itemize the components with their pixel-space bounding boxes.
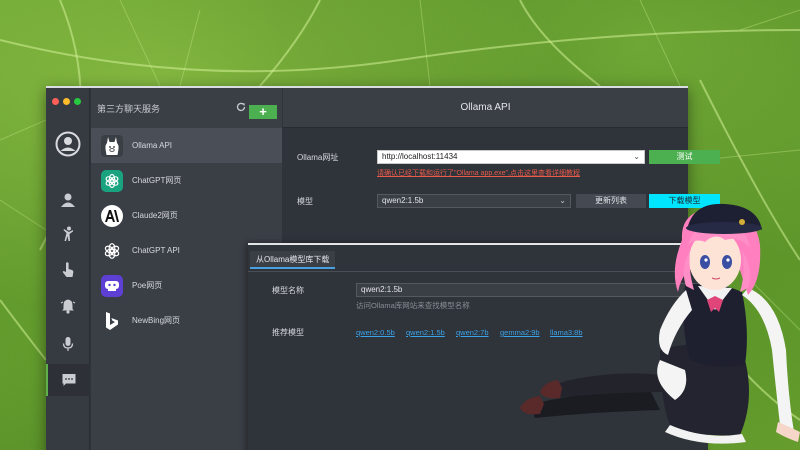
recommend-label: 推荐模型 [272, 328, 304, 337]
list-item-label: Ollama API [132, 141, 173, 150]
tab-download-from-ollama[interactable]: 从Ollama模型库下载 [250, 251, 336, 269]
service-list-title: 第三方聊天服务 [97, 103, 161, 114]
touch-icon[interactable] [46, 254, 90, 286]
close-dot[interactable] [52, 98, 59, 105]
nav-rail [46, 88, 90, 450]
model-label: 模型 [297, 197, 313, 206]
user-icon[interactable] [46, 184, 90, 216]
list-item-label: Claude2网页 [132, 211, 178, 220]
window-controls [52, 98, 81, 105]
list-item-label: Poe网页 [132, 281, 163, 290]
refresh-icon[interactable] [236, 102, 246, 114]
url-select[interactable]: http://localhost:11434 ⌄ [377, 150, 645, 164]
error-help-link[interactable]: 请确认已经下载和运行了"Ollama app.exe",点击这里查看详细教程 [377, 168, 580, 178]
list-item-label: NewBing网页 [132, 316, 181, 325]
service-list-header: 第三方聊天服务 + [91, 88, 282, 128]
recommended-model-link[interactable]: qwen2:7b [456, 328, 489, 337]
bing-icon [101, 310, 123, 332]
poe-icon [101, 274, 123, 297]
page-title: Ollama API [283, 88, 688, 128]
model-name-hint: 访问Ollama库网站来查找模型名称 [356, 301, 470, 310]
model-name-label: 模型名称 [272, 286, 304, 295]
add-service-button[interactable]: + [249, 105, 277, 119]
list-item-label: ChatGPT API [132, 246, 180, 255]
maximize-dot[interactable] [74, 98, 81, 105]
llama-icon [101, 134, 123, 157]
chevron-down-icon: ⌄ [633, 152, 640, 161]
chat-icon[interactable] [46, 364, 90, 396]
recommended-model-link[interactable]: qwen2:1.5b [406, 328, 445, 337]
bell-icon[interactable] [46, 290, 90, 322]
url-label: Ollama网址 [297, 153, 339, 162]
model-name-value: qwen2:1.5b [361, 285, 403, 294]
recommended-model-link[interactable]: qwen2:0.5b [356, 328, 395, 337]
minimize-dot[interactable] [63, 98, 70, 105]
anime-character [520, 203, 800, 444]
test-button[interactable]: 测试 [649, 150, 720, 164]
url-value: http://localhost:11434 [382, 152, 458, 161]
mic-icon[interactable] [46, 328, 90, 360]
model-value: qwen2:1.5b [382, 196, 424, 205]
list-item-claude2-web[interactable]: Claude2网页 [91, 198, 282, 233]
list-item-label: ChatGPT网页 [132, 176, 182, 185]
figure-icon[interactable] [46, 218, 90, 250]
openai-icon [101, 240, 123, 262]
list-item-ollama[interactable]: Ollama API [91, 128, 282, 163]
openai-icon [101, 169, 123, 192]
list-item-chatgpt-web[interactable]: ChatGPT网页 [91, 163, 282, 198]
anthropic-icon [101, 204, 123, 227]
avatar-icon[interactable] [46, 128, 90, 160]
